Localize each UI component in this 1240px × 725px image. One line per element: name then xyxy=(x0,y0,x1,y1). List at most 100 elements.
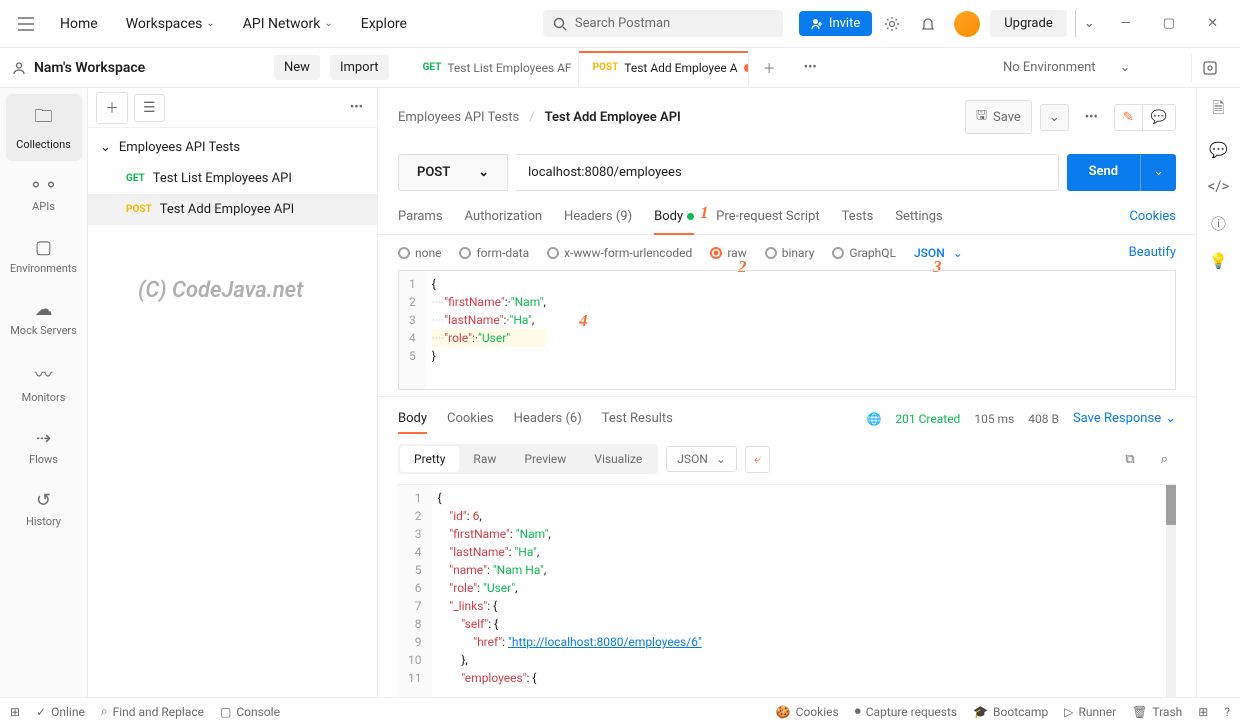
tab-options[interactable]: ••• xyxy=(790,52,831,83)
tab-params[interactable]: Params xyxy=(398,199,443,234)
settings-icon[interactable] xyxy=(876,10,908,38)
upgrade-button[interactable]: Upgrade xyxy=(990,10,1066,37)
comments-icon[interactable]: 💬 xyxy=(1209,141,1228,159)
rail-mock-servers[interactable]: ☁Mock Servers xyxy=(6,289,82,347)
rail-environments[interactable]: ▢Environments xyxy=(6,227,82,285)
sb-cookies[interactable]: 🍪Cookies xyxy=(776,704,839,719)
save-button[interactable]: 🖫Save xyxy=(965,100,1032,134)
console[interactable]: ▢Console xyxy=(220,705,280,719)
tab-settings[interactable]: Settings xyxy=(895,199,942,234)
request-tab-active[interactable]: POST Test Add Employee A xyxy=(579,51,749,85)
request-editor: Employees API Tests / Test Add Employee … xyxy=(378,88,1196,697)
rail-collections[interactable]: 🗀Collections xyxy=(6,94,82,161)
more-actions[interactable]: ••• xyxy=(1077,104,1106,131)
docs-icon[interactable]: 🗎 xyxy=(1212,98,1224,123)
layout-toggle[interactable]: ⊞ xyxy=(10,705,20,719)
online-status[interactable]: ✓Online xyxy=(36,705,85,719)
body-binary[interactable]: binary xyxy=(765,246,815,260)
send-button[interactable]: Send ⌄ xyxy=(1067,154,1176,191)
env-quicklook-icon[interactable] xyxy=(1191,54,1228,82)
raw-type-select[interactable]: JSON⌄ xyxy=(914,246,963,260)
info-icon[interactable]: ⓘ xyxy=(1211,213,1226,234)
body-raw[interactable]: raw xyxy=(710,246,746,260)
send-dropdown[interactable]: ⌄ xyxy=(1140,154,1176,191)
body-form-data[interactable]: form-data xyxy=(459,246,529,260)
upgrade-dropdown[interactable]: ⌄ xyxy=(1075,10,1103,37)
method-select[interactable]: POST⌄ xyxy=(398,154,508,191)
tab-headers[interactable]: Headers (9) xyxy=(564,199,632,234)
tree-folder[interactable]: ⌄ Employees API Tests xyxy=(88,132,377,163)
cookies-link[interactable]: Cookies xyxy=(1129,209,1176,224)
beautify-link[interactable]: Beautify xyxy=(1129,245,1176,260)
response-type-select[interactable]: JSON⌄ xyxy=(666,446,737,472)
view-raw[interactable]: Raw xyxy=(459,446,510,472)
clock-icon: ↺ xyxy=(6,490,82,511)
scrollbar[interactable] xyxy=(1166,485,1176,697)
response-tab-cookies[interactable]: Cookies xyxy=(447,403,494,434)
add-collection-button[interactable]: ＋ xyxy=(96,92,128,124)
person-icon xyxy=(12,61,26,75)
globe-icon[interactable]: 🌐 xyxy=(866,412,881,426)
body-none[interactable]: none xyxy=(398,246,441,260)
window-close[interactable]: ✕ xyxy=(1193,10,1232,37)
rail-flows[interactable]: ⇢Flows xyxy=(6,418,82,476)
body-graphql[interactable]: GraphQL xyxy=(832,246,896,260)
window-minimize[interactable]: — xyxy=(1107,10,1145,37)
tab-authorization[interactable]: Authorization xyxy=(465,199,543,234)
rail-monitors[interactable]: 〰Monitors xyxy=(6,351,82,414)
import-button[interactable]: Import xyxy=(330,55,389,80)
nav-workspaces[interactable]: Workspaces⌄ xyxy=(114,10,227,38)
request-body-editor[interactable]: 12345 { ····"firstName":·"Nam", ····"las… xyxy=(398,270,1176,390)
filter-button[interactable]: ☰ xyxy=(134,94,165,122)
bulb-icon[interactable]: 💡 xyxy=(1209,252,1228,270)
nav-api-network[interactable]: API Network⌄ xyxy=(231,10,345,38)
response-tab-results[interactable]: Test Results xyxy=(602,403,673,434)
environment-select[interactable]: No Environment⌄ xyxy=(991,54,1181,81)
copy-icon[interactable]: ⧉ xyxy=(1117,446,1142,473)
avatar[interactable] xyxy=(954,11,980,37)
new-button[interactable]: New xyxy=(274,55,320,80)
sb-panes[interactable]: ⊞ xyxy=(1198,704,1208,719)
save-dropdown[interactable]: ⌄ xyxy=(1040,104,1069,131)
nav-home[interactable]: Home xyxy=(48,10,110,38)
code-icon[interactable]: </> xyxy=(1208,177,1230,195)
comment-toggle[interactable]: ✎💬 xyxy=(1114,104,1176,131)
sidebar-options[interactable]: ••• xyxy=(344,96,369,119)
rail-apis[interactable]: ⚬⚬APIs xyxy=(6,165,82,223)
save-response[interactable]: Save Response⌄ xyxy=(1073,411,1176,426)
find-replace[interactable]: ⌕Find and Replace xyxy=(101,704,204,719)
response-tab-body[interactable]: Body xyxy=(398,403,427,434)
tab-prerequest[interactable]: Pre-request Script xyxy=(716,199,819,234)
sb-bootcamp[interactable]: 🎓Bootcamp xyxy=(973,704,1048,719)
response-body-viewer[interactable]: 1234567891011 { "id": 6, "firstName": "N… xyxy=(398,484,1176,697)
tab-body[interactable]: Body xyxy=(654,199,694,234)
tab-tests[interactable]: Tests xyxy=(842,199,874,234)
body-urlencoded[interactable]: x-www-form-urlencoded xyxy=(547,246,692,260)
request-tabs: GET Test List Employees AF POST Test Add… xyxy=(409,50,981,85)
url-input[interactable]: localhost:8080/employees xyxy=(516,154,1058,191)
invite-button[interactable]: Invite xyxy=(799,11,872,36)
chevron-down-icon: ⌄ xyxy=(1165,411,1176,426)
new-tab-button[interactable]: ＋ xyxy=(749,50,790,85)
view-pretty[interactable]: Pretty xyxy=(400,446,459,472)
window-maximize[interactable]: ▢ xyxy=(1149,10,1189,37)
nav-explore[interactable]: Explore xyxy=(349,10,419,38)
sb-trash[interactable]: 🗑Trash xyxy=(1132,704,1182,719)
response-tab-headers[interactable]: Headers (6) xyxy=(514,403,582,434)
view-preview[interactable]: Preview xyxy=(510,446,580,472)
view-visualize[interactable]: Visualize xyxy=(580,446,656,472)
request-tab[interactable]: GET Test List Employees AF xyxy=(409,51,579,85)
search-icon[interactable]: ⌕ xyxy=(1153,446,1176,473)
tree-item-selected[interactable]: POST Test Add Employee API xyxy=(88,194,377,225)
wrap-lines-button[interactable]: ⤶ xyxy=(745,446,770,473)
workspace-name[interactable]: Nam's Workspace xyxy=(12,60,264,76)
sb-help[interactable]: ? xyxy=(1224,704,1230,719)
menu-icon[interactable] xyxy=(8,11,44,37)
search-input[interactable]: Search Postman xyxy=(543,10,783,37)
tree-item[interactable]: GET Test List Employees API xyxy=(88,163,377,194)
bell-icon[interactable] xyxy=(912,10,944,38)
sb-capture[interactable]: ⏺Capture requests xyxy=(855,704,957,719)
breadcrumb-root[interactable]: Employees API Tests xyxy=(398,110,519,125)
rail-history[interactable]: ↺History xyxy=(6,480,82,538)
sb-runner[interactable]: ▷Runner xyxy=(1064,704,1116,719)
